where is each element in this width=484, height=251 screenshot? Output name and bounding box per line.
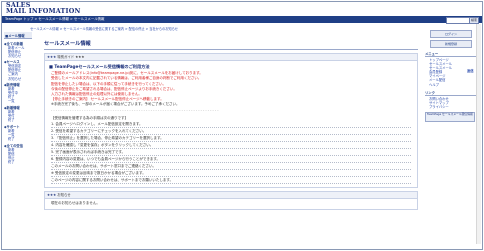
rating-stars: ★★★ <box>47 55 57 59</box>
dashed-separator: - - - - - - - - - - - - - - - - - - - - … <box>51 107 219 112</box>
breadcrumb[interactable]: セールスメール情報 > セールスメール情報の受信に関するご案内 > 配信の停止 … <box>30 26 178 31</box>
site-header: SALES MAIL INFOMATION TeamPage トップ > セール… <box>2 2 482 24</box>
search-button[interactable]: 検索 <box>469 17 479 24</box>
left-sidebar: ■メール情報 ◆全ての新着 新着メール 配信停止 お知らせ ◆セールス 受信設定… <box>4 32 32 164</box>
right-sidebar: ログイン 新規登録 メニュー トップページ セールスメール セールスメール 会員… <box>425 30 477 122</box>
instruction-item: 5. 完了画面が表示されれば手続きは完了です。 <box>51 149 411 156</box>
news-panel: ★★★ お知らせ 返信 現在のお知らせはありません。 <box>44 69 474 210</box>
sidebar-item[interactable]: 終了 <box>4 137 32 141</box>
login-button[interactable]: ログイン <box>430 30 472 38</box>
article-panel: ★★★ 特別ガイド ★★★ 返信 ■ TeamPageセールスメール受信情報のご… <box>44 53 474 188</box>
main-content: セールスメール情報 ★★★ 特別ガイド ★★★ 返信 ■ TeamPageセール… <box>44 40 474 213</box>
links-header: リンク <box>425 90 477 96</box>
rating-stars: ★★★ <box>47 192 57 197</box>
article-meta: 特別ガイド ★★★ <box>57 55 85 59</box>
top-nav-bar: TeamPage トップ > セールスメール情報 > セールスメール情報 <box>2 16 482 23</box>
instruction-item: 1. 会員ページへログインし、メール配信設定を開きます。 <box>51 121 411 128</box>
sidebar-item[interactable]: 終了 <box>4 118 32 122</box>
left-sidebar-header: ■メール情報 <box>4 32 32 39</box>
logo-line-2: MAIL INFOMATION <box>6 6 81 15</box>
article-heading: ■ TeamPageセールスメール受信情報のご利用方法 <box>49 64 150 69</box>
news-meta: お知らせ <box>57 192 71 197</box>
article-body: ■ TeamPageセールスメール受信情報のご利用方法 ご登録のメールアドレス(… <box>45 61 417 187</box>
menu-item[interactable]: ヘルプ <box>425 83 477 87</box>
sidebar-item[interactable]: お知らせ <box>4 77 32 81</box>
link-item[interactable]: プライバシー <box>425 105 477 109</box>
instruction-item: 6. 登録内容の変更は、いつでも会員ページから行うことができます。 <box>51 156 411 163</box>
sidebar-item[interactable]: 一覧 <box>4 99 32 103</box>
sidebar-item[interactable]: 終了 <box>4 160 32 164</box>
site-logo[interactable]: SALES MAIL INFOMATION <box>6 2 81 15</box>
title-divider <box>44 49 418 50</box>
page-title: セールスメール情報 <box>44 41 91 47</box>
instruction-box: 【受信情報を管理する為の手順は次の通りです】 1. 会員ページへログインし、メー… <box>51 115 411 184</box>
register-button[interactable]: 新規登録 <box>430 40 472 48</box>
banner-link[interactable]: TeamPage セールスメール受信情報 <box>425 111 475 122</box>
browser-frame: SALES MAIL INFOMATION TeamPage トップ > セール… <box>1 1 483 250</box>
vertical-scrollbar[interactable] <box>476 24 481 244</box>
news-body: 現在のお知らせはありません。 <box>51 200 100 205</box>
instruction-item: このページの内容に関するお問い合わせは、サポートまでお願いいたします。 <box>51 177 411 184</box>
menu-header: メニュー <box>425 51 477 57</box>
instruction-item: 2. 受信を希望するカテゴリーにチェックを入れてください。 <box>51 128 411 135</box>
sidebar-item[interactable]: お知らせ <box>4 54 32 58</box>
instruction-item: このメールのお問い合わせは、サポート窓口までご連絡ください。 <box>51 163 411 170</box>
news-header: ★★★ お知らせ 返信 <box>45 69 474 199</box>
top-nav-text[interactable]: TeamPage トップ > セールスメール情報 > セールスメール情報 <box>5 17 104 21</box>
instruction-item: 3. 「配信停止」を選択した場合、停止希望のカテゴリーを選択します。 <box>51 135 411 142</box>
instruction-item: 4. 内容を確認し「変更を保存」ボタンをクリックしてください。 <box>51 142 411 149</box>
instruction-item: ※ 受信設定の変更は反映まで数日かかる場合がございます。 <box>51 170 411 177</box>
search-input[interactable] <box>446 17 470 24</box>
article-header: ★★★ 特別ガイド ★★★ 返信 <box>45 54 474 73</box>
